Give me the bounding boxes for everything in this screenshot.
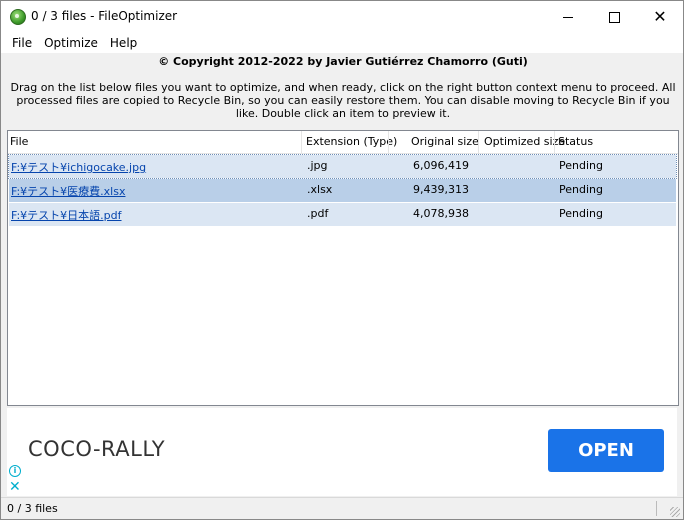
minimize-icon [563, 16, 573, 18]
ad-open-button[interactable]: OPEN [548, 429, 664, 472]
column-divider[interactable] [388, 131, 389, 153]
file-path-link[interactable]: F:¥テスト¥医療費.xlsx [11, 183, 125, 199]
file-status: Pending [559, 207, 603, 220]
column-divider[interactable] [301, 131, 302, 153]
original-size: 6,096,419 [413, 159, 469, 172]
app-window: 0 / 3 files - FileOptimizer ✕ File Optim… [0, 0, 684, 520]
resize-grip-icon[interactable] [670, 507, 680, 517]
file-extension: .pdf [307, 207, 329, 220]
column-header-status[interactable]: Status [558, 135, 593, 148]
file-status: Pending [559, 183, 603, 196]
app-icon[interactable] [10, 9, 26, 25]
ad-close-icon[interactable]: ✕ [9, 480, 21, 494]
original-size: 9,439,313 [413, 183, 469, 196]
close-icon: ✕ [653, 7, 667, 26]
instructions-text: Drag on the list below files you want to… [10, 81, 676, 120]
maximize-button[interactable] [591, 1, 637, 33]
column-header-file[interactable]: File [10, 135, 28, 148]
copyright-label: © Copyright 2012-2022 by Javier Gutiérre… [158, 55, 528, 68]
file-path-link[interactable]: F:¥テスト¥ichigocake.jpg [11, 159, 146, 175]
table-row[interactable]: F:¥テスト¥医療費.xlsx .xlsx 9,439,313 Pending [9, 179, 676, 202]
maximize-icon [608, 11, 620, 23]
file-status: Pending [559, 159, 603, 172]
column-header-original-size[interactable]: Original size [411, 135, 479, 148]
menu-file[interactable]: File [6, 36, 38, 50]
menu-help[interactable]: Help [104, 36, 143, 50]
list-header: File Extension (Type) Original size Opti… [8, 131, 678, 154]
file-extension: .xlsx [307, 183, 333, 196]
close-button[interactable]: ✕ [637, 1, 683, 33]
file-path-link[interactable]: F:¥テスト¥日本語.pdf [11, 207, 122, 223]
window-title: 0 / 3 files - FileOptimizer [31, 9, 178, 23]
status-divider [656, 501, 657, 516]
column-header-extension[interactable]: Extension (Type) [306, 135, 397, 148]
ad-info-icon[interactable]: i [9, 465, 21, 477]
column-divider[interactable] [554, 131, 555, 153]
table-row[interactable]: F:¥テスト¥ichigocake.jpg .jpg 6,096,419 Pen… [8, 154, 677, 179]
ad-banner[interactable]: COCO-RALLY OPEN i ✕ [7, 408, 677, 496]
column-header-optimized-size[interactable]: Optimized size [484, 135, 565, 148]
file-extension: .jpg [307, 159, 328, 172]
menu-bar: File Optimize Help [1, 33, 683, 53]
status-bar: 0 / 3 files [1, 497, 683, 519]
table-row[interactable]: F:¥テスト¥日本語.pdf .pdf 4,078,938 Pending [9, 203, 676, 226]
status-file-count: 0 / 3 files [7, 502, 58, 515]
minimize-button[interactable] [545, 1, 591, 33]
file-list[interactable]: File Extension (Type) Original size Opti… [7, 130, 679, 406]
title-bar[interactable]: 0 / 3 files - FileOptimizer ✕ [1, 1, 683, 33]
menu-optimize[interactable]: Optimize [38, 36, 104, 50]
original-size: 4,078,938 [413, 207, 469, 220]
column-divider[interactable] [478, 131, 479, 153]
ad-app-name[interactable]: COCO-RALLY [28, 437, 165, 461]
